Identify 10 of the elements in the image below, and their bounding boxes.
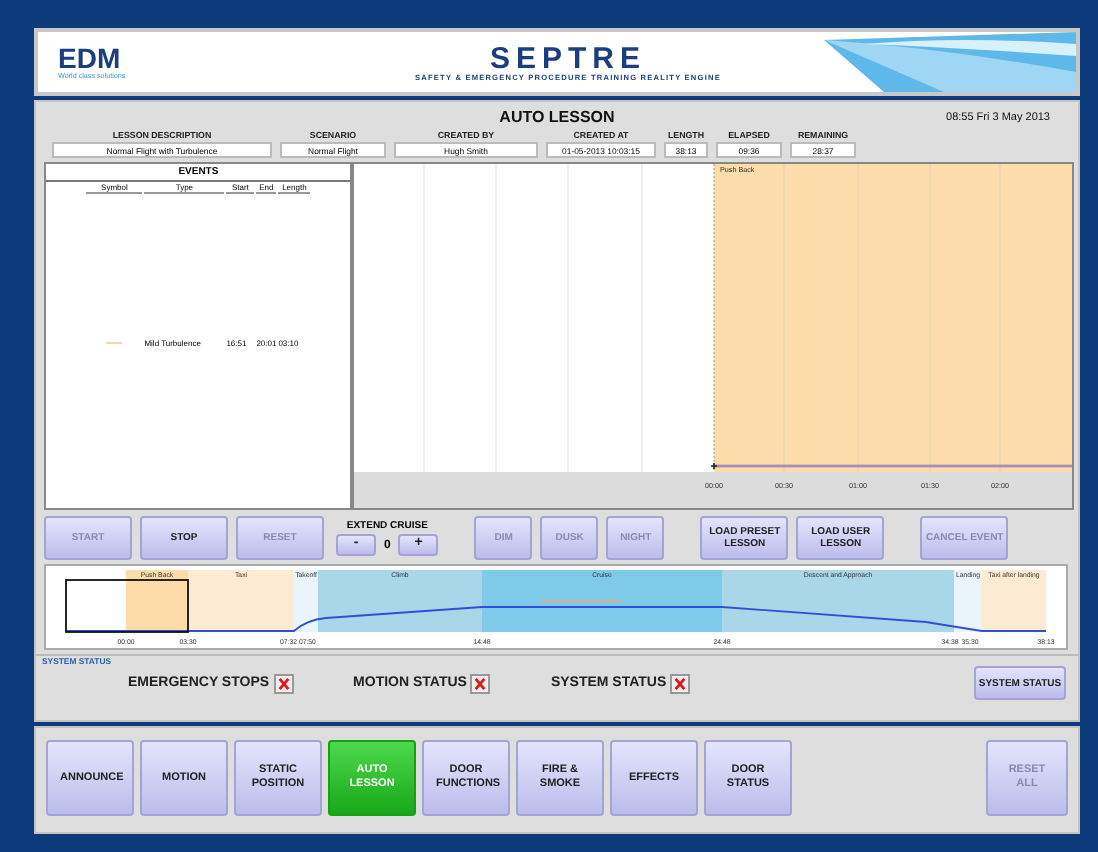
phase-segment[interactable] bbox=[294, 570, 318, 632]
phase-segment[interactable] bbox=[188, 570, 294, 632]
logo-text: EDM bbox=[58, 44, 121, 72]
page-title: AUTO LESSON bbox=[499, 108, 615, 126]
event-line bbox=[542, 600, 622, 602]
playhead-icon bbox=[711, 462, 719, 470]
phase-segment[interactable] bbox=[126, 570, 188, 632]
selection-frame[interactable] bbox=[65, 579, 189, 633]
app-title: SEPTRE bbox=[489, 43, 646, 73]
phase-segment[interactable] bbox=[982, 570, 1046, 632]
